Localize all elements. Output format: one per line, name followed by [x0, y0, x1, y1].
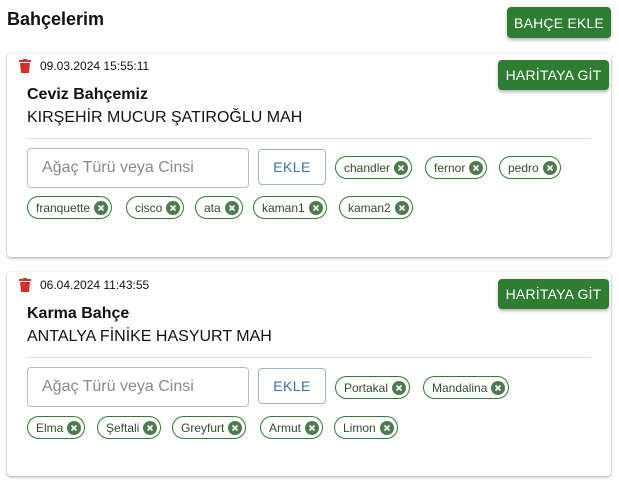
chip-label: Elma	[36, 420, 64, 435]
cancel-circle-icon[interactable]	[67, 420, 82, 435]
add-tree-button[interactable]: EKLE	[258, 149, 326, 185]
chip-label: Greyfurt	[181, 420, 225, 435]
cancel-circle-icon[interactable]	[94, 200, 109, 215]
created-date: 06.04.2024 11:43:55	[40, 278, 150, 292]
chip-label: cisco	[135, 200, 163, 215]
chip-label: pedro	[508, 160, 539, 175]
cancel-circle-icon[interactable]	[228, 420, 243, 435]
cancel-circle-icon[interactable]	[469, 160, 484, 175]
created-date: 09.03.2024 15:55:11	[40, 59, 150, 73]
chip-label: Portakal	[344, 380, 389, 395]
chip-label: fernor	[434, 160, 466, 175]
chip-label: Şeftali	[106, 420, 140, 435]
divider	[27, 357, 591, 358]
go-to-map-button[interactable]: HARİTAYA GİT	[498, 279, 609, 309]
tree-chip: pedro	[499, 156, 561, 179]
add-garden-button[interactable]: BAHÇE EKLE	[507, 7, 611, 38]
go-to-map-button[interactable]: HARİTAYA GİT	[498, 60, 609, 90]
cancel-circle-icon[interactable]	[224, 200, 239, 215]
tree-chip: fernor	[425, 156, 488, 179]
garden-card: 09.03.2024 15:55:11 HARİTAYA GİT Ceviz B…	[7, 53, 611, 257]
chip-label: kaman2	[348, 200, 391, 215]
tree-chip: Limon	[334, 416, 398, 439]
cancel-circle-icon[interactable]	[394, 160, 409, 175]
tree-chip: kaman1	[253, 196, 327, 219]
garden-address: KIRŞEHİR MUCUR ŞATIROĞLU MAH	[27, 109, 303, 126]
page-title: Bahçelerim	[7, 9, 105, 29]
tree-type-input[interactable]: Ağaç Türü veya Cinsi	[27, 367, 249, 407]
tree-chip: Mandalina	[423, 376, 510, 399]
cancel-circle-icon[interactable]	[166, 200, 181, 215]
trash-icon[interactable]	[19, 278, 31, 292]
divider	[27, 138, 591, 139]
cancel-circle-icon[interactable]	[305, 420, 320, 435]
tree-chip: franquette	[27, 196, 113, 219]
chip-label: kaman1	[262, 200, 305, 215]
chip-label: Mandalina	[432, 380, 488, 395]
chip-label: Armut	[269, 420, 302, 435]
tree-chip: cisco	[126, 196, 185, 219]
cancel-circle-icon[interactable]	[308, 200, 323, 215]
tree-chip: kaman2	[339, 196, 413, 219]
cancel-circle-icon[interactable]	[379, 420, 394, 435]
tree-chip: Elma	[27, 416, 86, 439]
tree-chip: chandler	[335, 156, 413, 179]
trash-icon[interactable]	[19, 59, 31, 73]
cancel-circle-icon[interactable]	[394, 200, 409, 215]
chip-label: chandler	[344, 160, 391, 175]
chip-label: Limon	[343, 420, 376, 435]
cancel-circle-icon[interactable]	[491, 380, 506, 395]
garden-address: ANTALYA FİNİKE HASYURT MAH	[27, 328, 272, 345]
garden-name: Ceviz Bahçemiz	[27, 86, 148, 103]
chip-label: ata	[204, 200, 221, 215]
add-tree-button[interactable]: EKLE	[258, 368, 326, 404]
tree-chip: Greyfurt	[172, 416, 247, 439]
tree-chip: ata	[195, 196, 243, 219]
cancel-circle-icon[interactable]	[143, 420, 158, 435]
garden-card: 06.04.2024 11:43:55 HARİTAYA GİT Karma B…	[7, 272, 611, 476]
tree-chip: Portakal	[335, 376, 411, 399]
garden-name: Karma Bahçe	[27, 305, 130, 322]
chip-label: franquette	[36, 200, 91, 215]
tree-type-input[interactable]: Ağaç Türü veya Cinsi	[27, 148, 249, 188]
cancel-circle-icon[interactable]	[392, 380, 407, 395]
tree-chip: Şeftali	[97, 416, 162, 439]
cancel-circle-icon[interactable]	[542, 160, 557, 175]
tree-chip: Armut	[260, 416, 324, 439]
